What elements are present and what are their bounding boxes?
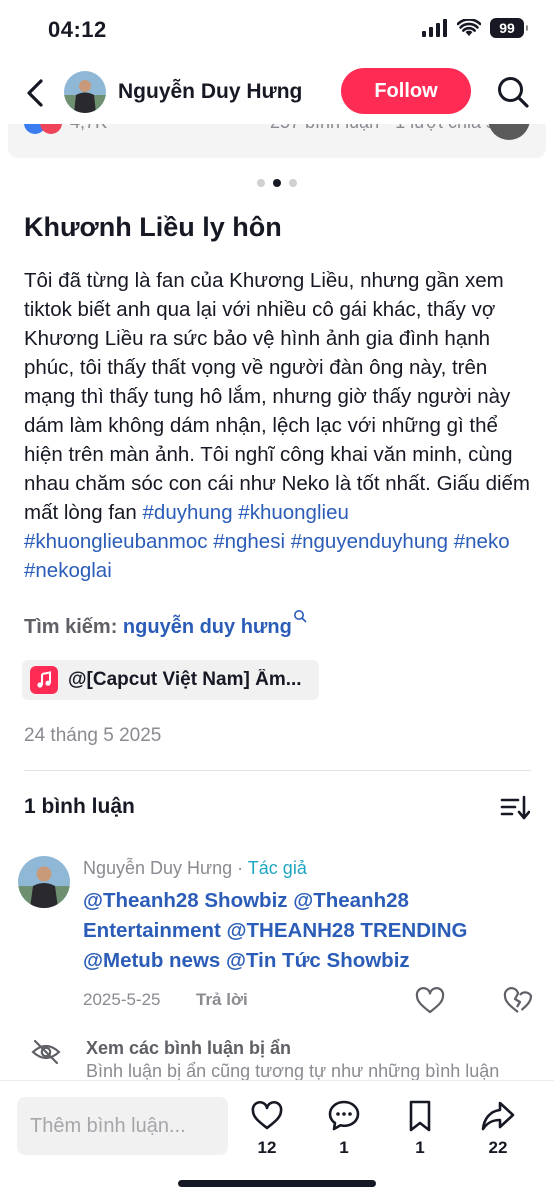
status-time: 04:12	[48, 17, 107, 42]
music-note-icon	[30, 666, 58, 694]
hashtag-link[interactable]: #neko	[454, 530, 510, 553]
hashtag-link[interactable]: #nghesi	[213, 530, 285, 553]
music-chip[interactable]: @[Capcut Việt Nam] Âm...	[22, 660, 319, 700]
search-small-icon	[293, 610, 307, 623]
header-username[interactable]: Nguyễn Duy Hưng	[118, 80, 302, 104]
share-button[interactable]: 22	[474, 1099, 522, 1158]
music-title: @[Capcut Việt Nam] Âm...	[68, 669, 302, 690]
search-suggestion: Tìm kiếm: nguyễn duy hưng	[24, 609, 307, 639]
search-suggestion-label: Tìm kiếm:	[24, 616, 118, 638]
post-date: 24 tháng 5 2025	[24, 725, 162, 746]
hidden-comments-title: Xem các bình luận bị ẩn	[86, 1038, 292, 1058]
comment-author[interactable]: Nguyễn Duy Hưng · Tác giả	[83, 858, 307, 879]
author-badge: Tác giả	[247, 858, 307, 878]
search-suggestion-link[interactable]: nguyễn duy hưng	[123, 616, 292, 638]
share-count: 22	[488, 1138, 508, 1157]
wifi-icon	[457, 19, 481, 36]
like-button[interactable]: 12	[243, 1099, 291, 1158]
post-title: Khươnh Liều ly hôn	[24, 212, 282, 242]
reply-button[interactable]: Trả lời	[196, 990, 248, 1010]
comment-bubble-icon	[328, 1100, 360, 1131]
share-arrow-icon	[481, 1101, 515, 1131]
comment-text: @Theanh28 Showbiz @Theanh28 Entertainmen…	[83, 889, 468, 972]
post-description: Tôi đã từng là fan của Khương Liều, nhưn…	[24, 266, 534, 585]
comment-input[interactable]: Thêm bình luận...	[17, 1097, 228, 1155]
pager-dot	[257, 179, 265, 187]
sort-comments-button[interactable]	[500, 793, 531, 823]
sort-icon	[500, 795, 531, 820]
nav-header: Nguyễn Duy Hưng Follow	[0, 60, 554, 124]
heart-outline-icon	[415, 987, 445, 1014]
save-button[interactable]: 1	[396, 1099, 444, 1158]
save-count: 1	[415, 1138, 425, 1157]
hashtag-link[interactable]: #duyhung	[143, 501, 233, 524]
comments-count: 1 bình luận	[24, 795, 135, 818]
avatar-photo	[64, 71, 106, 113]
image-pager	[0, 179, 554, 187]
follow-button[interactable]: Follow	[341, 68, 471, 114]
cellular-signal-icon	[422, 19, 447, 37]
comment-like-button[interactable]	[414, 985, 446, 1017]
pager-dot	[289, 179, 297, 187]
broken-heart-icon	[503, 987, 533, 1013]
comment-avatar[interactable]	[18, 856, 70, 908]
post-body-text: Tôi đã từng là fan của Khương Liều, nhưn…	[24, 269, 531, 524]
like-count: 12	[257, 1138, 277, 1157]
comment-author-name: Nguyễn Duy Hưng	[83, 858, 233, 878]
hashtag-link[interactable]: #nguyenduyhung	[291, 530, 448, 553]
battery-icon: 99	[490, 18, 528, 38]
hidden-comments-subtitle: Bình luận bị ẩn cũng tương tự như những …	[86, 1061, 500, 1080]
heart-icon	[251, 1100, 283, 1130]
back-button[interactable]	[18, 76, 52, 110]
comment-count: 1	[339, 1138, 349, 1157]
hidden-comments-link[interactable]: Xem các bình luận bị ẩn Bình luận bị ẩn …	[30, 1036, 554, 1080]
chevron-left-icon	[27, 79, 43, 107]
bottom-action-bar: Thêm bình luận... 12 1 1 22	[0, 1080, 554, 1200]
eye-off-icon	[31, 1039, 61, 1065]
status-bar: 04:12 99	[0, 0, 554, 60]
avatar-photo	[18, 856, 70, 908]
hashtag-link[interactable]: #nekoglai	[24, 559, 112, 582]
search-icon	[498, 77, 529, 108]
search-button[interactable]	[494, 73, 532, 111]
bookmark-icon	[409, 1100, 431, 1132]
home-indicator	[178, 1180, 376, 1187]
divider	[24, 770, 531, 771]
pager-dot-active	[273, 179, 281, 187]
status-icons: 99	[422, 18, 528, 38]
hashtag-link[interactable]: #khuonglieubanmoc	[24, 530, 208, 553]
avatar[interactable]	[64, 71, 106, 113]
comment-button[interactable]: 1	[320, 1099, 368, 1158]
comment-date: 2025-5-25	[83, 990, 161, 1009]
comment-dislike-button[interactable]	[502, 985, 534, 1017]
hashtag-link[interactable]: #khuonglieu	[238, 501, 349, 524]
